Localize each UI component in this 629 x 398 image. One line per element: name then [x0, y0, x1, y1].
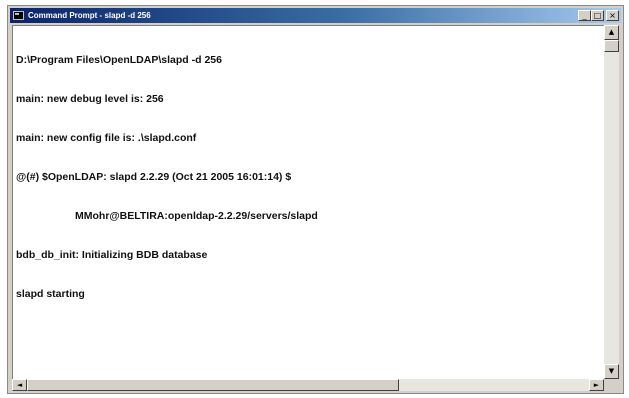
scrollbar-corner [604, 379, 619, 391]
title-bar[interactable]: Command Prompt - slapd -d 256 _ □ × [10, 8, 621, 23]
console-app-icon[interactable] [13, 11, 24, 20]
scroll-up-button[interactable]: ▲ [604, 25, 619, 40]
arrow-left-icon: ◄ [16, 381, 23, 389]
minimize-button[interactable]: _ [578, 10, 591, 21]
maximize-button[interactable]: □ [591, 10, 604, 21]
console-line: bdb_db_init: Initializing BDB database [16, 249, 208, 261]
console-text: D:\Program Files\OpenLDAP\slapd -d 256 m… [13, 26, 604, 327]
console-line: @(#) $OpenLDAP: slapd 2.2.29 (Oct 21 200… [16, 171, 292, 183]
arrow-down-icon: ▼ [608, 367, 615, 375]
scroll-right-button[interactable]: ► [589, 379, 604, 391]
arrow-right-icon: ► [593, 381, 600, 389]
window-controls: _ □ × [578, 10, 619, 21]
vertical-scrollbar[interactable]: ▲ ▼ [604, 25, 619, 379]
vertical-scroll-thumb[interactable] [604, 40, 619, 52]
console-output[interactable]: D:\Program Files\OpenLDAP\slapd -d 256 m… [12, 25, 604, 379]
console-line: D:\Program Files\OpenLDAP\slapd -d 256 [16, 54, 222, 66]
scroll-left-button[interactable]: ◄ [12, 379, 27, 391]
window-title: Command Prompt - slapd -d 256 [28, 11, 151, 20]
console-line: main: new debug level is: 256 [16, 93, 164, 105]
console-line: MMohr@BELTIRA:openldap-2.2.29/servers/sl… [75, 210, 318, 222]
console-line: slapd starting [16, 288, 85, 300]
console-line: main: new config file is: .\slapd.conf [16, 132, 197, 144]
command-prompt-window: Command Prompt - slapd -d 256 _ □ × D:\P… [7, 5, 624, 394]
close-button[interactable]: × [606, 10, 619, 21]
horizontal-scroll-thumb[interactable] [27, 379, 399, 391]
arrow-up-icon: ▲ [608, 28, 615, 36]
horizontal-scrollbar[interactable]: ◄ ► [12, 379, 604, 391]
scroll-down-button[interactable]: ▼ [604, 364, 619, 379]
